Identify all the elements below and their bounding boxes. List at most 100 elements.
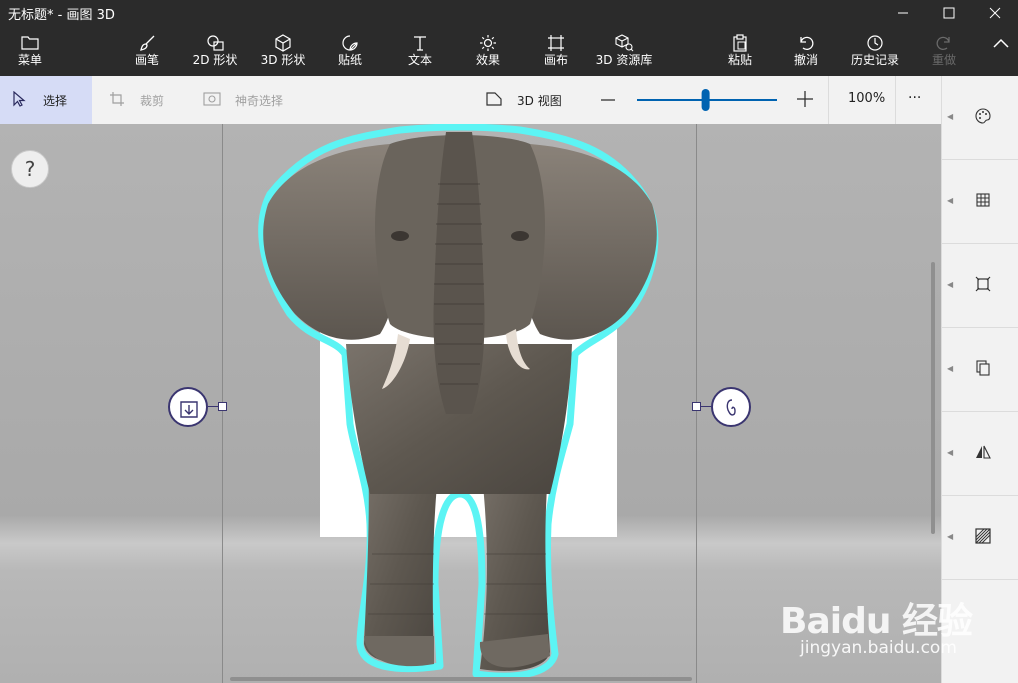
elephant-3d-model[interactable] bbox=[250, 124, 670, 683]
maximize-icon bbox=[943, 7, 955, 19]
resize-handle-left[interactable] bbox=[218, 402, 227, 411]
view-3d-button[interactable]: 3D 视图 bbox=[484, 76, 574, 124]
cursor-arrow-icon bbox=[13, 91, 26, 107]
text-button[interactable]: 文本 bbox=[400, 26, 440, 76]
watermark-brand: Baidu 经验 bbox=[780, 601, 973, 642]
copy-icon bbox=[976, 360, 990, 376]
shapes-2d-icon bbox=[207, 35, 224, 51]
crop-icon bbox=[110, 92, 124, 106]
zoom-level[interactable]: 100% bbox=[840, 76, 890, 124]
rotate-handle[interactable] bbox=[711, 387, 751, 427]
view-3d-label: 3D 视图 bbox=[517, 94, 562, 108]
menu-label: 菜单 bbox=[17, 53, 42, 67]
zoom-out-button[interactable] bbox=[598, 76, 620, 124]
window-title: 无标题* - 画图 3D bbox=[8, 8, 115, 23]
zoom-slider[interactable] bbox=[636, 76, 778, 124]
resize-handle-right[interactable] bbox=[692, 402, 701, 411]
library-3d-button[interactable]: 3D 资源库 bbox=[594, 26, 654, 76]
toolbar-divider bbox=[895, 76, 896, 124]
handle-connector bbox=[208, 406, 218, 407]
expand-arrow-icon: ◀ bbox=[947, 196, 954, 205]
title-bar: 无标题* - 画图 3D bbox=[0, 0, 1018, 26]
layer-forward-icon bbox=[180, 401, 198, 418]
brushes-label: 画笔 bbox=[134, 53, 159, 67]
magic-select-label: 神奇选择 bbox=[235, 94, 284, 108]
canvas-label: 画布 bbox=[543, 53, 568, 67]
paste-icon bbox=[733, 34, 747, 52]
history-button[interactable]: 历史记录 bbox=[846, 26, 904, 76]
crop-button[interactable]: 裁剪 bbox=[106, 76, 176, 124]
crop-label: 裁剪 bbox=[140, 94, 165, 108]
handle-connector bbox=[701, 406, 711, 407]
expand-arrow-icon: ◀ bbox=[947, 280, 954, 289]
shapes-2d-button[interactable]: 2D 形状 bbox=[190, 26, 240, 76]
zoom-slider-thumb bbox=[701, 89, 710, 111]
crop-frame-icon bbox=[975, 276, 991, 292]
side-panel-copy-button[interactable]: ◀ bbox=[942, 328, 1018, 412]
side-panel-texture-button[interactable]: ◀ bbox=[942, 496, 1018, 580]
grid-icon bbox=[976, 193, 990, 207]
flip-icon bbox=[976, 445, 991, 459]
horizontal-scrollbar[interactable] bbox=[230, 677, 692, 681]
view-3d-icon bbox=[486, 92, 502, 106]
toolbar-divider bbox=[828, 76, 829, 124]
redo-button[interactable]: 重做 bbox=[924, 26, 964, 76]
zoom-slider-track bbox=[637, 89, 777, 111]
canvas-icon bbox=[548, 35, 564, 51]
maximize-button[interactable] bbox=[926, 0, 972, 26]
bring-forward-handle[interactable] bbox=[168, 387, 208, 427]
watermark-url: jingyan.baidu.com bbox=[800, 638, 957, 658]
rotate-icon bbox=[726, 399, 736, 416]
library-3d-label: 3D 资源库 bbox=[595, 53, 653, 67]
minus-icon bbox=[601, 99, 615, 101]
help-button[interactable]: ? bbox=[11, 150, 49, 188]
select-button[interactable]: 选择 bbox=[0, 76, 92, 124]
select-label: 选择 bbox=[43, 94, 68, 108]
magic-select-icon bbox=[203, 92, 221, 106]
minimize-icon bbox=[898, 12, 908, 14]
zoom-in-button[interactable] bbox=[794, 76, 816, 124]
plus-icon bbox=[797, 91, 813, 107]
library-3d-icon bbox=[615, 34, 634, 52]
magic-select-button[interactable]: 神奇选择 bbox=[202, 76, 302, 124]
sun-icon bbox=[480, 35, 496, 51]
shapes-3d-button[interactable]: 3D 形状 bbox=[258, 26, 308, 76]
undo-button[interactable]: 撤消 bbox=[786, 26, 826, 76]
undo-icon bbox=[800, 36, 814, 51]
shapes-2d-label: 2D 形状 bbox=[192, 53, 238, 67]
zoom-level-value: 100% bbox=[848, 91, 886, 106]
ribbon: 菜单 画笔 2D 形状 3D 形状 贴纸 文本 效果 画布 3D 资源库 粘贴 … bbox=[0, 26, 1018, 76]
text-label: 文本 bbox=[407, 53, 432, 67]
side-panel-grid-button[interactable]: ◀ bbox=[942, 160, 1018, 244]
shapes-3d-label: 3D 形状 bbox=[260, 53, 306, 67]
close-icon bbox=[989, 7, 1001, 19]
redo-icon bbox=[936, 36, 950, 51]
redo-label: 重做 bbox=[931, 53, 956, 67]
history-icon bbox=[867, 35, 883, 51]
expand-arrow-icon: ◀ bbox=[947, 364, 954, 373]
texture-icon bbox=[975, 528, 991, 544]
canvas-button[interactable]: 画布 bbox=[536, 26, 576, 76]
collapse-ribbon-button[interactable] bbox=[986, 26, 1016, 76]
expand-arrow-icon: ◀ bbox=[947, 532, 954, 541]
vertical-scrollbar[interactable] bbox=[931, 262, 935, 534]
brush-icon bbox=[140, 35, 155, 51]
side-panel-flip-button[interactable]: ◀ bbox=[942, 412, 1018, 496]
undo-label: 撤消 bbox=[793, 53, 818, 67]
effects-button[interactable]: 效果 bbox=[468, 26, 508, 76]
close-button[interactable] bbox=[972, 0, 1018, 26]
minimize-button[interactable] bbox=[880, 0, 926, 26]
folder-icon bbox=[21, 36, 39, 50]
paste-label: 粘贴 bbox=[727, 53, 752, 67]
more-options-button[interactable]: ··· bbox=[906, 76, 932, 124]
history-label: 历史记录 bbox=[850, 53, 899, 67]
text-icon bbox=[414, 36, 426, 51]
effects-label: 效果 bbox=[475, 53, 500, 67]
side-panel-palette-button[interactable]: ◀ bbox=[942, 76, 1018, 160]
stickers-button[interactable]: 贴纸 bbox=[330, 26, 370, 76]
sticker-icon bbox=[342, 35, 358, 51]
brushes-button[interactable]: 画笔 bbox=[126, 26, 168, 76]
menu-button[interactable]: 菜单 bbox=[8, 26, 52, 76]
side-panel-crop-frame-button[interactable]: ◀ bbox=[942, 244, 1018, 328]
paste-button[interactable]: 粘贴 bbox=[720, 26, 760, 76]
